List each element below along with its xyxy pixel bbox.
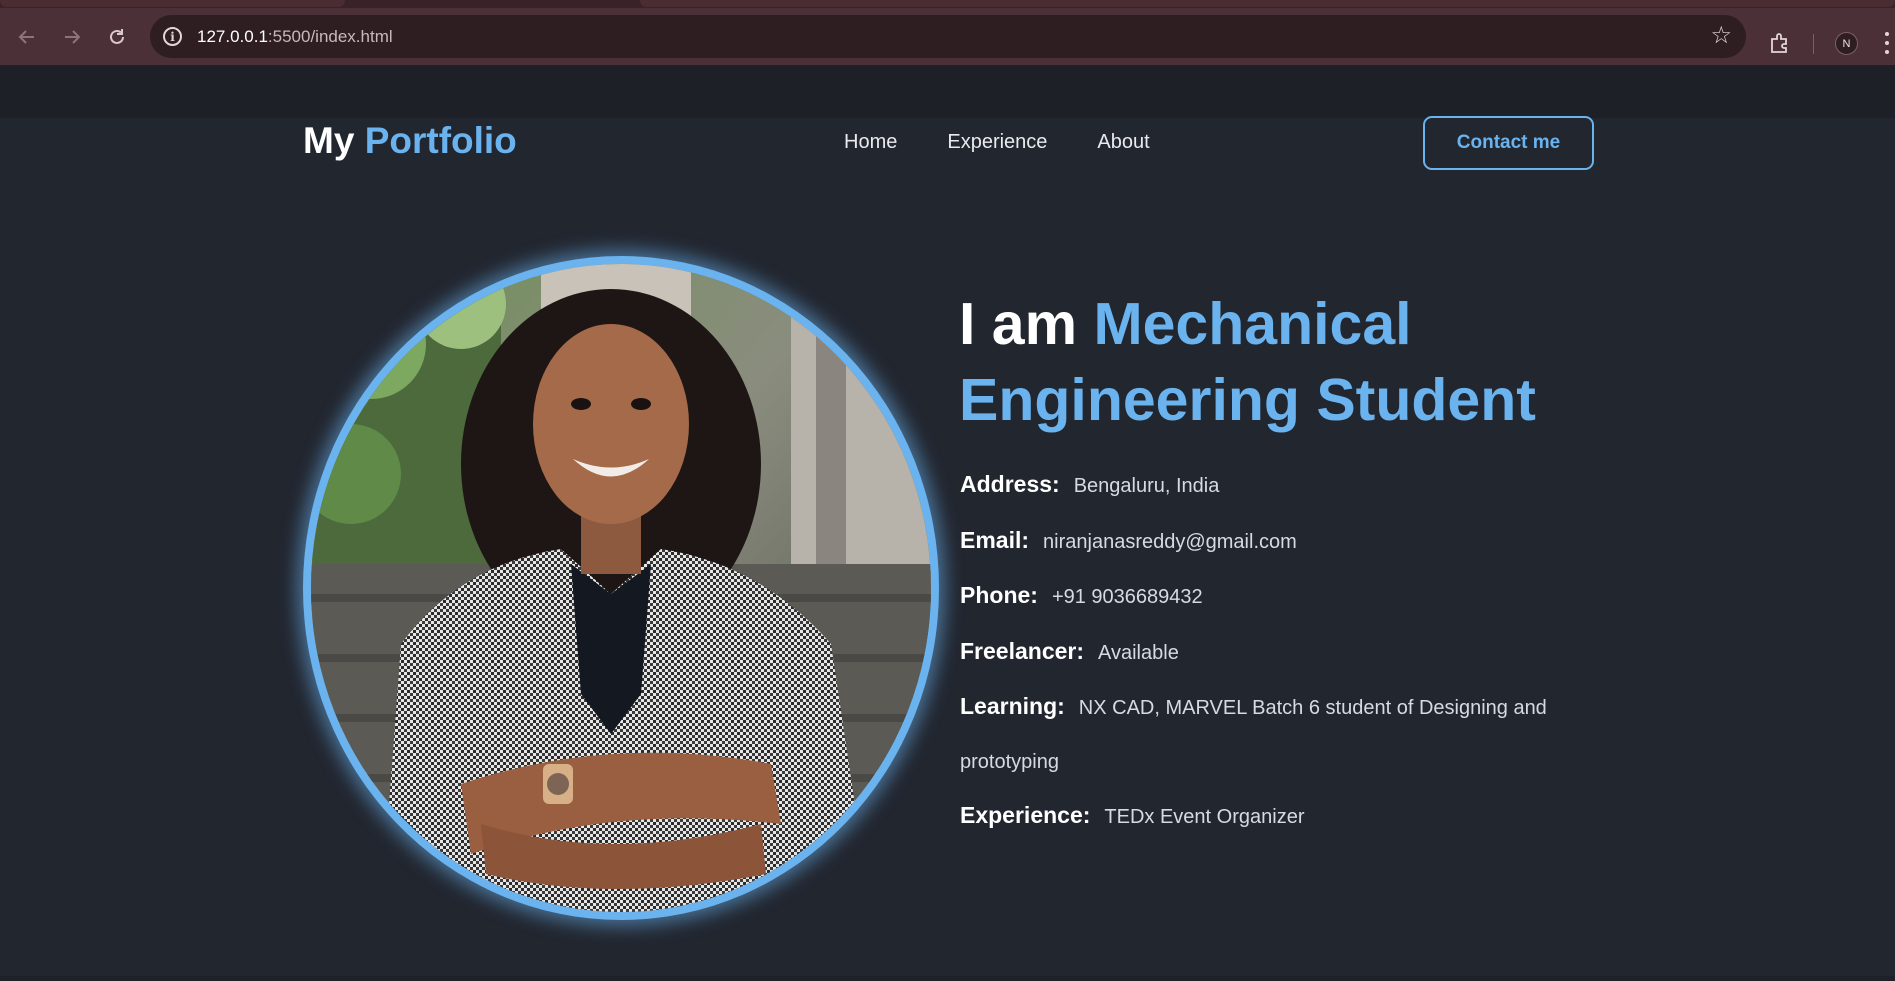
info-key: Experience: bbox=[960, 802, 1091, 828]
browser-tab[interactable] bbox=[640, 0, 1895, 7]
site-info-icon[interactable]: i bbox=[163, 27, 182, 46]
main-nav: Home Experience About bbox=[844, 131, 1150, 154]
bookmark-star-icon[interactable]: ☆ bbox=[1710, 24, 1732, 48]
info-value: Bengaluru, India bbox=[1073, 475, 1220, 497]
toolbar-divider bbox=[1813, 34, 1814, 54]
info-row-experience: Experience: TEDx Event Organizer bbox=[960, 789, 1600, 845]
nav-link-home[interactable]: Home bbox=[844, 131, 897, 154]
info-row-learning: Learning: NX CAD, MARVEL Batch 6 student … bbox=[960, 680, 1600, 789]
browser-menu-icon[interactable] bbox=[1884, 32, 1890, 54]
info-row-address: Address: Bengaluru, India bbox=[960, 458, 1600, 514]
info-row-freelancer: Freelancer: Available bbox=[960, 625, 1600, 681]
personal-info-list: Address: Bengaluru, India Email: niranjana… bbox=[960, 458, 1600, 845]
info-key: Freelancer: bbox=[960, 637, 1085, 664]
hero-title: I am Mechanical Engineering Student bbox=[959, 286, 1599, 438]
page-top-band bbox=[0, 65, 1895, 118]
page-bottom-edge bbox=[0, 976, 1895, 981]
contact-me-button[interactable]: Contact me bbox=[1423, 116, 1594, 170]
browser-tabstrip bbox=[0, 0, 1895, 8]
profile-photo bbox=[303, 256, 939, 920]
info-row-email: Email: niranjanasreddy@gmail.com bbox=[960, 514, 1600, 570]
extensions-puzzle-icon[interactable] bbox=[1769, 32, 1791, 54]
reload-icon[interactable] bbox=[104, 24, 130, 50]
info-value: niranjanasreddy@gmail.com bbox=[1043, 530, 1297, 553]
info-value: TEDx Event Organizer bbox=[1104, 806, 1305, 828]
info-value: +91 9036689432 bbox=[1051, 586, 1203, 608]
profile-avatar[interactable]: N bbox=[1835, 32, 1858, 55]
address-bar[interactable]: i 127.0.0.1:5500/index.html ☆ bbox=[150, 15, 1746, 58]
person-photo-icon bbox=[311, 264, 931, 912]
back-arrow-icon[interactable] bbox=[14, 24, 40, 50]
info-key: Address: bbox=[960, 471, 1060, 497]
hero-title-prefix: I am bbox=[959, 291, 1078, 357]
info-key: Phone: bbox=[960, 582, 1038, 608]
info-key: Learning: bbox=[960, 693, 1065, 719]
info-key: Email: bbox=[960, 526, 1030, 553]
site-logo[interactable]: My Portfolio bbox=[303, 120, 517, 162]
info-value: Available bbox=[1098, 641, 1179, 664]
browser-tab[interactable] bbox=[0, 0, 345, 7]
brand-prefix: My bbox=[303, 120, 355, 161]
browser-toolbar: i 127.0.0.1:5500/index.html ☆ N bbox=[0, 8, 1895, 65]
forward-arrow-icon[interactable] bbox=[59, 24, 85, 50]
url-host: 127.0.0.1 bbox=[197, 27, 268, 46]
url-path: :5500/index.html bbox=[267, 27, 393, 46]
nav-link-experience[interactable]: Experience bbox=[947, 131, 1047, 154]
brand-accent: Portfolio bbox=[364, 120, 517, 161]
info-row-phone: Phone: +91 9036689432 bbox=[960, 569, 1600, 625]
nav-link-about[interactable]: About bbox=[1097, 131, 1149, 154]
url-text[interactable]: 127.0.0.1:5500/index.html bbox=[197, 27, 393, 47]
